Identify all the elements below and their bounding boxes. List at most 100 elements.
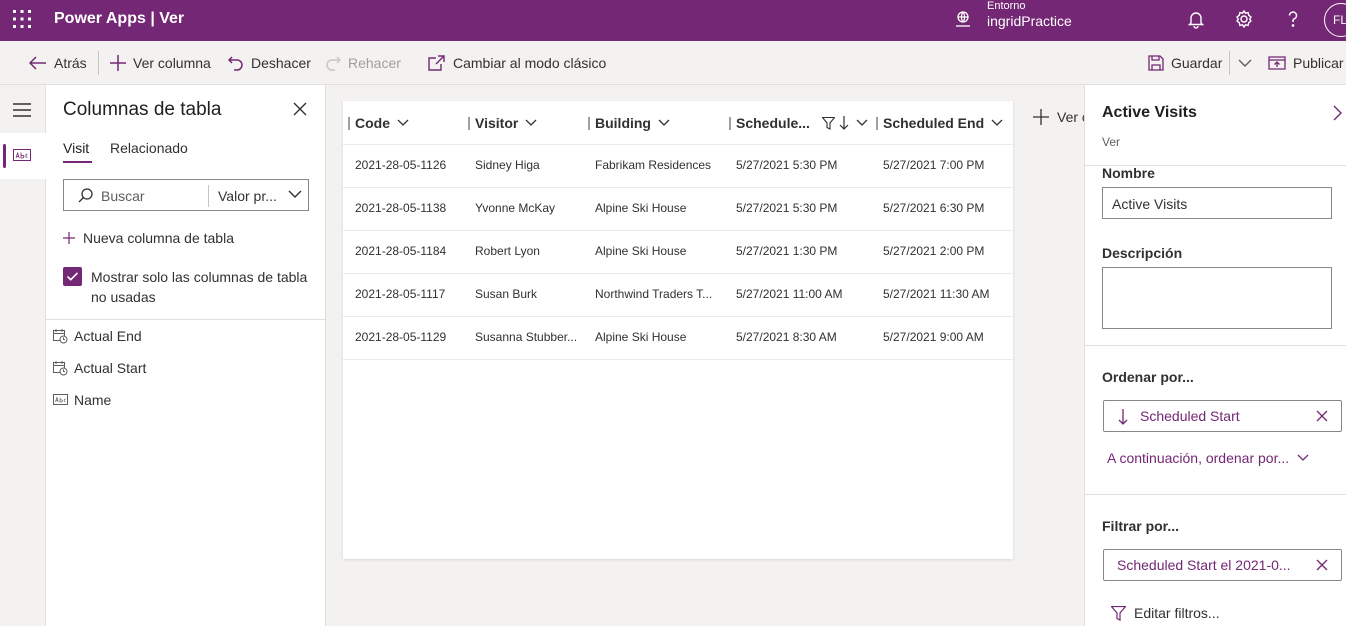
resize-handle[interactable] xyxy=(729,116,731,130)
hamburger-icon[interactable] xyxy=(13,103,31,117)
new-column-button[interactable]: Nueva columna de tabla xyxy=(63,230,234,246)
sort-field: Scheduled Start xyxy=(1140,408,1240,424)
column-header-building[interactable]: Building xyxy=(588,101,670,145)
filter-label: Filtrar por... xyxy=(1102,518,1180,534)
undo-button[interactable]: Deshacer xyxy=(228,54,311,72)
search-icon xyxy=(78,188,93,203)
cell-visitor: Yvonne McKay xyxy=(475,201,556,215)
table-row[interactable]: 2021-28-05-1129 Susanna Stubber... Alpin… xyxy=(343,316,1013,359)
chevron-down-icon xyxy=(658,119,670,127)
resize-handle[interactable] xyxy=(876,116,878,130)
add-view-column-button[interactable]: Ver c xyxy=(1033,109,1084,125)
field-item-name[interactable]: Name xyxy=(53,392,111,408)
column-header-scheduled-end[interactable]: Scheduled End xyxy=(876,101,1003,145)
save-icon xyxy=(1148,55,1164,71)
resize-handle[interactable] xyxy=(588,116,590,130)
divider xyxy=(208,185,209,207)
bell-icon[interactable] xyxy=(1186,9,1206,29)
save-label: Guardar xyxy=(1171,55,1223,71)
rail-item-columns[interactable] xyxy=(0,133,46,179)
field-item-actual-end[interactable]: Actual End xyxy=(53,328,142,344)
cell-building: Alpine Ski House xyxy=(595,201,687,215)
view-canvas: Code Visitor Building Schedule... Schedu… xyxy=(326,85,1084,626)
column-header-visitor[interactable]: Visitor xyxy=(468,101,537,145)
filter-icon xyxy=(1111,605,1126,621)
edit-filters-button[interactable]: Editar filtros... xyxy=(1111,605,1220,621)
save-button[interactable]: Guardar xyxy=(1148,54,1222,72)
chevron-right-icon[interactable] xyxy=(1333,105,1342,121)
environment-name[interactable]: ingridPractice xyxy=(987,13,1072,29)
description-field[interactable] xyxy=(1102,267,1332,329)
datetime-icon xyxy=(53,360,68,376)
undo-icon xyxy=(228,55,244,71)
then-sort-label: A continuación, ordenar por... xyxy=(1107,450,1290,466)
classic-mode-button[interactable]: Cambiar al modo clásico xyxy=(428,54,606,72)
add-view-column-label: Ver c xyxy=(1057,109,1084,125)
cell-building: Northwind Traders T... xyxy=(595,287,713,301)
publish-label: Publicar xyxy=(1293,55,1344,71)
app-header: Power Apps | Ver Entorno ingridPractice … xyxy=(0,0,1346,41)
cell-scheduled-start: 5/27/2021 5:30 PM xyxy=(736,158,838,172)
close-icon[interactable] xyxy=(1316,559,1328,571)
sort-pill[interactable]: Scheduled Start xyxy=(1103,400,1342,432)
search-input[interactable]: Buscar xyxy=(101,188,145,204)
save-options-button[interactable] xyxy=(1238,54,1252,72)
help-icon[interactable] xyxy=(1283,9,1303,29)
then-sort-button[interactable]: A continuación, ordenar por... xyxy=(1107,450,1309,466)
left-rail xyxy=(0,85,46,626)
column-header-label: Scheduled End xyxy=(883,115,985,131)
table-row[interactable]: 2021-28-05-1117 Susan Burk Northwind Tra… xyxy=(343,273,1013,316)
back-button[interactable]: Atrás xyxy=(29,54,87,72)
selected-indicator xyxy=(3,144,6,168)
description-label: Descripción xyxy=(1102,245,1183,261)
columns-panel: Columnas de tabla Visit Relacionado Busc… xyxy=(46,85,326,626)
command-bar: Atrás Ver columna Deshacer Rehacer Cambi… xyxy=(0,41,1346,85)
open-external-icon xyxy=(428,55,446,71)
resize-handle[interactable] xyxy=(468,116,470,130)
tab-related[interactable]: Relacionado xyxy=(110,140,188,156)
table-row[interactable]: 2021-28-05-1138 Yvonne McKay Alpine Ski … xyxy=(343,187,1013,230)
name-field[interactable]: Active Visits xyxy=(1102,187,1332,219)
cell-scheduled-end: 5/27/2021 9:00 AM xyxy=(883,330,984,344)
chevron-down-icon xyxy=(991,119,1003,127)
cell-scheduled-start: 5/27/2021 8:30 AM xyxy=(736,330,837,344)
column-filter-dropdown[interactable]: Valor pr... xyxy=(218,188,277,204)
field-label: Actual Start xyxy=(74,360,147,376)
show-unused-label[interactable]: Mostrar solo las columnas de tabla no us… xyxy=(91,267,316,307)
name-value: Active Visits xyxy=(1112,196,1188,212)
close-icon[interactable] xyxy=(1316,410,1328,422)
publish-button[interactable]: Publicar xyxy=(1268,54,1344,72)
table-row[interactable]: 2021-28-05-1126 Sidney Higa Fabrikam Res… xyxy=(343,144,1013,187)
properties-panel: Active Visits Ver Nombre Active Visits D… xyxy=(1084,85,1346,626)
text-field-icon xyxy=(13,149,31,163)
sort-descending-icon xyxy=(1118,409,1128,425)
cell-code: 2021-28-05-1138 xyxy=(355,201,447,215)
publish-icon xyxy=(1268,55,1286,71)
waffle-icon[interactable] xyxy=(12,9,32,29)
column-header-code[interactable]: Code xyxy=(348,101,409,145)
gear-icon[interactable] xyxy=(1234,9,1254,29)
cell-scheduled-end: 5/27/2021 6:30 PM xyxy=(883,201,985,215)
cell-visitor: Robert Lyon xyxy=(475,244,540,258)
cell-scheduled-end: 5/27/2021 7:00 PM xyxy=(883,158,985,172)
show-unused-checkbox[interactable] xyxy=(63,267,82,286)
datetime-icon xyxy=(53,328,68,344)
table-row[interactable]: 2021-28-05-1184 Robert Lyon Alpine Ski H… xyxy=(343,230,1013,273)
column-header-label: Visitor xyxy=(475,115,519,131)
cell-code: 2021-28-05-1129 xyxy=(355,330,447,344)
environment-label: Entorno xyxy=(987,0,1026,12)
new-column-label: Nueva columna de tabla xyxy=(83,230,234,246)
redo-button[interactable]: Rehacer xyxy=(325,54,401,72)
cell-visitor: Susan Burk xyxy=(475,287,538,301)
filter-pill[interactable]: Scheduled Start el 2021-0... xyxy=(1103,549,1342,581)
resize-handle[interactable] xyxy=(348,116,350,130)
field-item-actual-start[interactable]: Actual Start xyxy=(53,360,146,376)
column-header-scheduled-start[interactable]: Schedule... xyxy=(729,101,868,145)
close-icon[interactable] xyxy=(293,102,307,116)
divider xyxy=(98,51,99,75)
avatar[interactable]: FL xyxy=(1324,3,1346,37)
add-column-button[interactable]: Ver columna xyxy=(110,54,211,72)
cell-scheduled-start: 5/27/2021 5:30 PM xyxy=(736,201,838,215)
tab-visit[interactable]: Visit xyxy=(63,140,89,156)
chevron-down-icon[interactable] xyxy=(288,190,302,199)
